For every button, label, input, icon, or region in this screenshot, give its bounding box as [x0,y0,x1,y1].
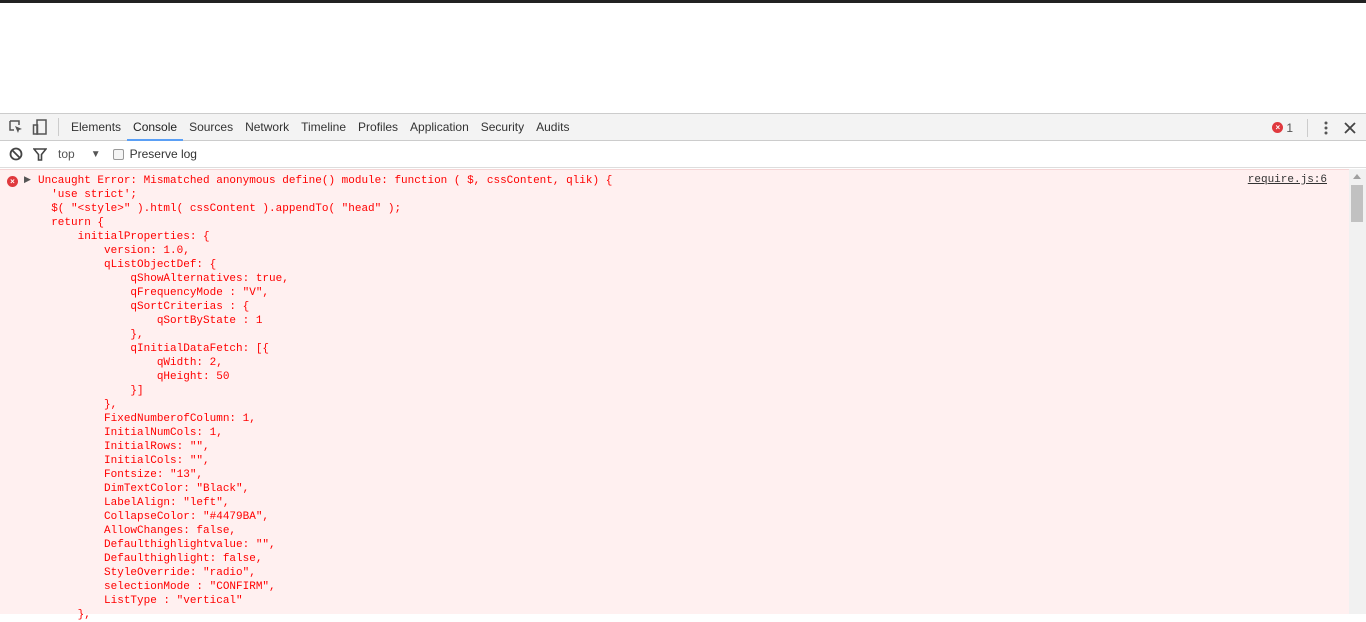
code-line: Defaulthighlightvalue: "", [38,539,276,551]
tab-timeline[interactable]: Timeline [295,114,352,141]
expand-triangle-icon[interactable]: ▶ [24,174,31,185]
code-line: InitialNumCols: 1, [38,427,223,439]
error-count[interactable]: 1 [1286,121,1293,135]
code-line: selectionMode : "CONFIRM", [38,581,276,593]
scroll-up-icon[interactable] [1353,174,1361,179]
error-text: Uncaught Error: Mismatched anonymous def… [38,174,612,622]
tab-application[interactable]: Application [404,114,475,141]
code-line: qSortByState : 1 [38,315,263,327]
code-line: qFrequencyMode : "V", [38,287,270,299]
close-icon[interactable] [1338,116,1362,140]
context-dropdown-icon[interactable]: ▼ [91,149,101,160]
code-line: ListType : "vertical" [38,595,243,607]
divider [1307,118,1308,137]
tab-audits[interactable]: Audits [530,114,575,141]
code-line: initialProperties: { [38,231,210,243]
code-line: version: 1.0, [38,245,190,257]
code-line: qHeight: 50 [38,371,230,383]
code-line: InitialCols: "", [38,455,210,467]
tab-profiles[interactable]: Profiles [352,114,404,141]
device-toolbar-icon[interactable] [28,115,52,139]
console-error-message: × ▶ Uncaught Error: Mismatched anonymous… [0,169,1349,621]
code-line: return { [38,217,105,229]
code-line: }] [38,385,144,397]
code-line: StyleOverride: "radio", [38,567,256,579]
error-icon: × [1272,122,1284,133]
code-line: DimTextColor: "Black", [38,483,250,495]
inspect-element-icon[interactable] [4,115,28,139]
tab-sources[interactable]: Sources [183,114,239,141]
code-line: Fontsize: "13", [38,469,204,481]
scrollbar-thumb[interactable] [1351,185,1363,222]
code-line: qSortCriterias : { [38,301,250,313]
code-line: LabelAlign: "left", [38,497,230,509]
tab-console[interactable]: Console [127,114,184,141]
context-selector[interactable]: top [58,147,75,161]
code-line: $( "<style>" ).html( cssContent ).append… [38,203,402,215]
tab-security[interactable]: Security [475,114,530,141]
clear-console-icon[interactable] [4,142,28,166]
source-link[interactable]: require.js:6 [1248,174,1327,186]
code-line: 'use strict'; [38,189,138,201]
code-line: }, [38,329,144,341]
divider [58,118,59,136]
code-line: }, [38,399,118,411]
devtools-tabbar: Elements Console Sources Network Timeline Pro… [0,113,1366,141]
code-line: InitialRows: "", [38,441,210,453]
preserve-log-label: Preserve log [129,147,197,161]
console-toolbar: top ▼ Preserve log [0,141,1366,168]
preserve-log-checkbox[interactable] [112,148,124,160]
code-line: qWidth: 2, [38,357,223,369]
page-top-border [0,0,1366,3]
code-line: Defaulthighlight: false, [38,553,263,565]
filter-icon[interactable] [28,142,52,166]
code-line: qShowAlternatives: true, [38,273,289,285]
code-line: Uncaught Error: Mismatched anonymous def… [38,175,613,187]
more-options-icon[interactable] [1314,116,1338,140]
code-line: FixedNumberofColumn: 1, [38,413,256,425]
code-line: CollapseColor: "#4479BA", [38,511,270,523]
scrollbar[interactable] [1349,169,1366,614]
tab-elements[interactable]: Elements [65,114,127,141]
error-icon: × [7,176,18,187]
code-line: }, [38,609,91,621]
code-line: qInitialDataFetch: [{ [38,343,270,355]
code-line: AllowChanges: false, [38,525,237,537]
tab-network[interactable]: Network [239,114,295,141]
code-line: qListObjectDef: { [38,259,217,271]
